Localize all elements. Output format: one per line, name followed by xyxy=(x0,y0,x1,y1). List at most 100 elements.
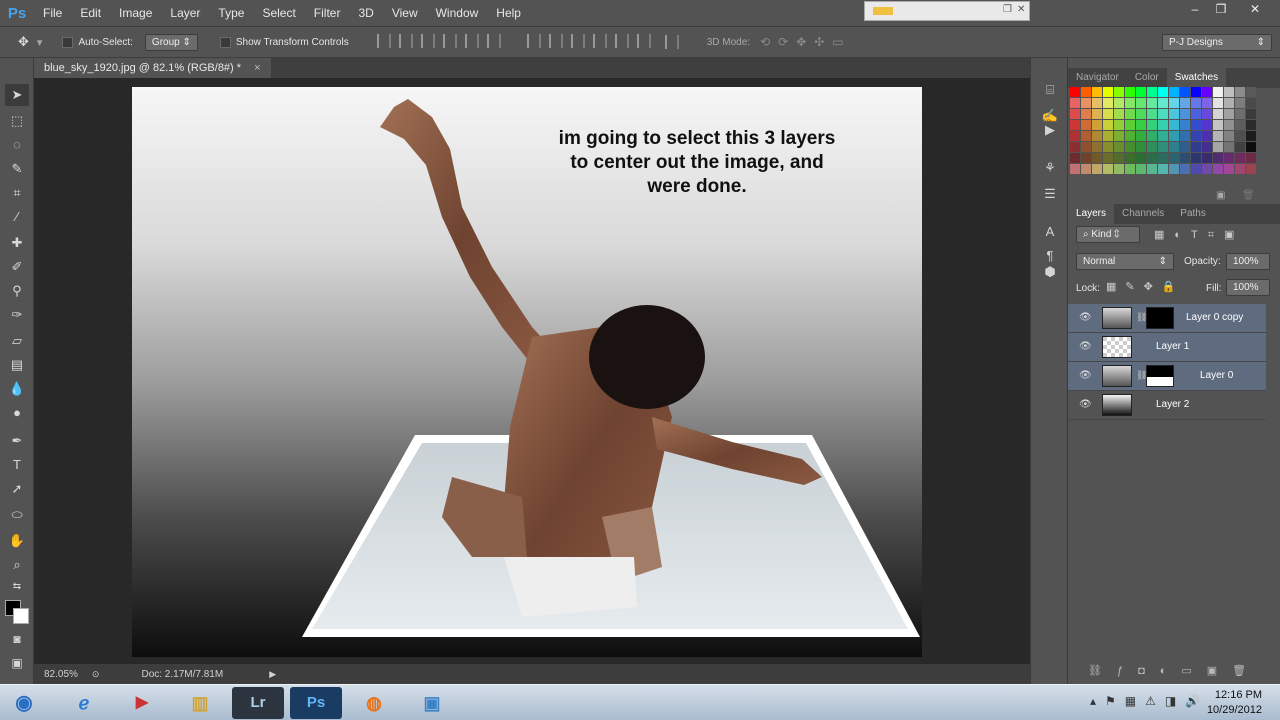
color-swatch[interactable] xyxy=(1081,153,1091,163)
color-swatch[interactable] xyxy=(1224,153,1234,163)
start-button[interactable]: ◉ xyxy=(4,687,44,719)
document-canvas[interactable]: im going to select this 3 layers to cent… xyxy=(132,87,922,657)
color-swatch[interactable] xyxy=(1081,164,1091,174)
color-swatch[interactable] xyxy=(1191,120,1201,130)
color-swatch[interactable] xyxy=(1070,153,1080,163)
taskbar-image-viewer-icon[interactable]: ▣ xyxy=(406,687,458,719)
color-swatch[interactable] xyxy=(1081,87,1091,97)
color-swatch[interactable] xyxy=(1180,153,1190,163)
layer-row-layer-0[interactable]: 👁 ⛓ Layer 0 xyxy=(1068,362,1266,391)
layer-filter-icons[interactable]: ▦◐T⌗▣ xyxy=(1154,228,1244,242)
color-swatch[interactable] xyxy=(1147,153,1157,163)
color-swatch[interactable] xyxy=(1246,87,1256,97)
color-swatch[interactable] xyxy=(1191,153,1201,163)
color-swatch[interactable] xyxy=(1235,109,1245,119)
color-swatch[interactable] xyxy=(1191,109,1201,119)
color-swatch[interactable] xyxy=(1213,164,1223,174)
hand-tool[interactable]: ✋ xyxy=(5,530,29,552)
shape-tool[interactable]: ⬭ xyxy=(5,504,29,526)
eyedropper-tool[interactable]: ⁄ xyxy=(5,206,29,228)
move-tool[interactable]: ➤ xyxy=(5,84,29,106)
color-swatch[interactable] xyxy=(1158,131,1168,141)
visibility-eye-icon[interactable]: 👁 xyxy=(1079,341,1092,353)
color-swatch[interactable] xyxy=(1169,87,1179,97)
tab-layers[interactable]: Layers xyxy=(1068,204,1115,224)
distribute-top-icon[interactable] xyxy=(526,33,541,48)
auto-select-checkbox[interactable] xyxy=(62,36,74,48)
align-hcenter-icon[interactable] xyxy=(464,33,479,48)
color-swatch[interactable] xyxy=(1092,120,1102,130)
show-transform-checkbox-wrap[interactable]: Show Transform Controls xyxy=(219,36,349,48)
color-swatch[interactable] xyxy=(1246,142,1256,152)
color-swatch[interactable] xyxy=(1202,142,1212,152)
color-swatch[interactable] xyxy=(1092,87,1102,97)
color-swatch[interactable] xyxy=(1147,131,1157,141)
dodge-tool[interactable]: ● xyxy=(5,402,29,424)
align-left-icon[interactable] xyxy=(442,33,457,48)
menu-edit[interactable]: Edit xyxy=(71,0,110,26)
color-swatch[interactable] xyxy=(1103,98,1113,108)
fill-input[interactable]: 100% xyxy=(1226,279,1270,296)
color-swatch[interactable] xyxy=(1136,109,1146,119)
color-swatch[interactable] xyxy=(1103,109,1113,119)
minimize-button[interactable]: – xyxy=(1182,0,1208,20)
color-swatch[interactable] xyxy=(1114,164,1124,174)
color-swatch[interactable] xyxy=(1081,109,1091,119)
menu-type[interactable]: Type xyxy=(209,0,253,26)
color-swatch[interactable] xyxy=(1191,164,1201,174)
color-swatch[interactable] xyxy=(1158,98,1168,108)
crop-tool[interactable]: ⌗ xyxy=(5,182,29,204)
layer-row-layer-1[interactable]: 👁 Layer 1 xyxy=(1068,333,1266,362)
color-swatch[interactable] xyxy=(1136,142,1146,152)
color-swatch[interactable] xyxy=(1202,87,1212,97)
color-swatch[interactable] xyxy=(1224,164,1234,174)
color-swatch[interactable] xyxy=(1180,98,1190,108)
tool-preset-arrow-icon[interactable]: ▾ xyxy=(37,36,43,49)
close-button[interactable]: ✕ xyxy=(1242,0,1268,20)
lasso-tool[interactable]: ◌ xyxy=(5,134,29,156)
color-swatch[interactable] xyxy=(1224,131,1234,141)
gradient-tool[interactable]: ▤ xyxy=(5,354,29,376)
color-swatch[interactable] xyxy=(1103,142,1113,152)
color-swatch[interactable] xyxy=(1125,142,1135,152)
3d-panel-icon[interactable]: ⬢ xyxy=(1040,264,1060,282)
lock-icons[interactable]: ▦✎✥🔒 xyxy=(1106,280,1185,293)
color-swatch[interactable] xyxy=(1224,87,1234,97)
align-right-icon[interactable] xyxy=(486,33,501,48)
menu-select[interactable]: Select xyxy=(253,0,304,26)
color-swatch[interactable] xyxy=(1213,120,1223,130)
color-swatch[interactable] xyxy=(1092,164,1102,174)
menu-view[interactable]: View xyxy=(383,0,427,26)
clone-stamp-tool[interactable]: ⚲ xyxy=(5,280,29,302)
bridge-close-icon[interactable]: ✕ xyxy=(1017,4,1025,15)
color-swatch[interactable] xyxy=(1070,109,1080,119)
layer-name[interactable]: Layer 1 xyxy=(1156,341,1189,352)
align-bottom-icon[interactable] xyxy=(420,33,435,48)
color-swatch[interactable] xyxy=(1136,87,1146,97)
color-swatch[interactable] xyxy=(1136,131,1146,141)
color-swatch[interactable] xyxy=(1169,164,1179,174)
bridge-restore-icon[interactable]: ❐ xyxy=(1003,4,1012,15)
color-swatch[interactable] xyxy=(1147,87,1157,97)
color-swatch[interactable] xyxy=(1114,131,1124,141)
layer-mask-thumbnail[interactable] xyxy=(1146,307,1174,329)
layer-name[interactable]: Layer 2 xyxy=(1156,399,1189,410)
color-swatch[interactable] xyxy=(1191,142,1201,152)
visibility-eye-icon[interactable]: 👁 xyxy=(1079,370,1092,382)
color-swatch[interactable] xyxy=(1147,109,1157,119)
color-swatch[interactable] xyxy=(1169,153,1179,163)
color-swatch[interactable] xyxy=(1092,131,1102,141)
color-swatch[interactable] xyxy=(1235,164,1245,174)
color-swatch[interactable] xyxy=(1092,142,1102,152)
color-swatch[interactable] xyxy=(1180,131,1190,141)
distribute-left-icon[interactable] xyxy=(592,33,607,48)
swap-colors-icon[interactable]: ⇆ xyxy=(5,576,29,598)
color-swatch[interactable] xyxy=(1081,98,1091,108)
color-swatch[interactable] xyxy=(1235,87,1245,97)
color-swatch[interactable] xyxy=(1202,98,1212,108)
zoom-level[interactable]: 82.05% xyxy=(44,669,78,680)
color-swatch[interactable] xyxy=(1114,98,1124,108)
restore-button[interactable]: ❐ xyxy=(1208,0,1234,20)
menu-filter[interactable]: Filter xyxy=(305,0,350,26)
color-swatch[interactable] xyxy=(1213,142,1223,152)
